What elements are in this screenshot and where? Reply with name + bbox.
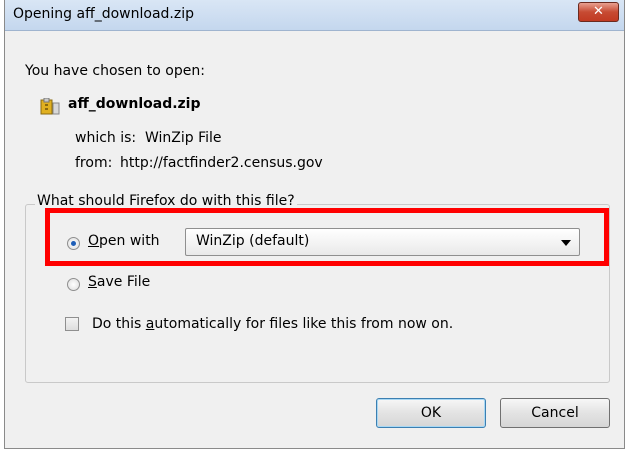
file-name: aff_download.zip [68,96,201,112]
file-type-value: WinZip File [145,130,222,146]
auto-label-pre: Do this [92,316,146,332]
auto-action-checkbox[interactable] [65,317,79,331]
file-type-label: which is: [75,130,137,146]
dialog-title: Opening aff_download.zip [13,6,194,22]
save-file-accesskey: S [88,274,97,290]
auto-label-post: utomatically for files like this from no… [154,316,454,332]
save-file-label-text: ave File [96,274,151,290]
close-button[interactable]: ✕ [578,2,619,22]
action-question: What should Firefox do with this file? [35,193,297,209]
cancel-button[interactable]: Cancel [500,398,610,428]
file-source-label: from: [75,155,113,171]
save-file-label[interactable]: Save File [88,274,150,290]
file-source-value: http://factfinder2.census.gov [120,155,323,171]
winzip-file-icon [40,98,60,115]
save-file-radio[interactable] [67,278,80,291]
close-icon: ✕ [593,4,604,19]
auto-action-label[interactable]: Do this automatically for files like thi… [92,316,453,332]
title-bar[interactable]: Opening aff_download.zip ✕ [5,0,624,31]
chosen-label: You have chosen to open: [25,63,205,79]
ok-button[interactable]: OK [376,398,486,428]
open-with-highlight-box [45,208,609,266]
